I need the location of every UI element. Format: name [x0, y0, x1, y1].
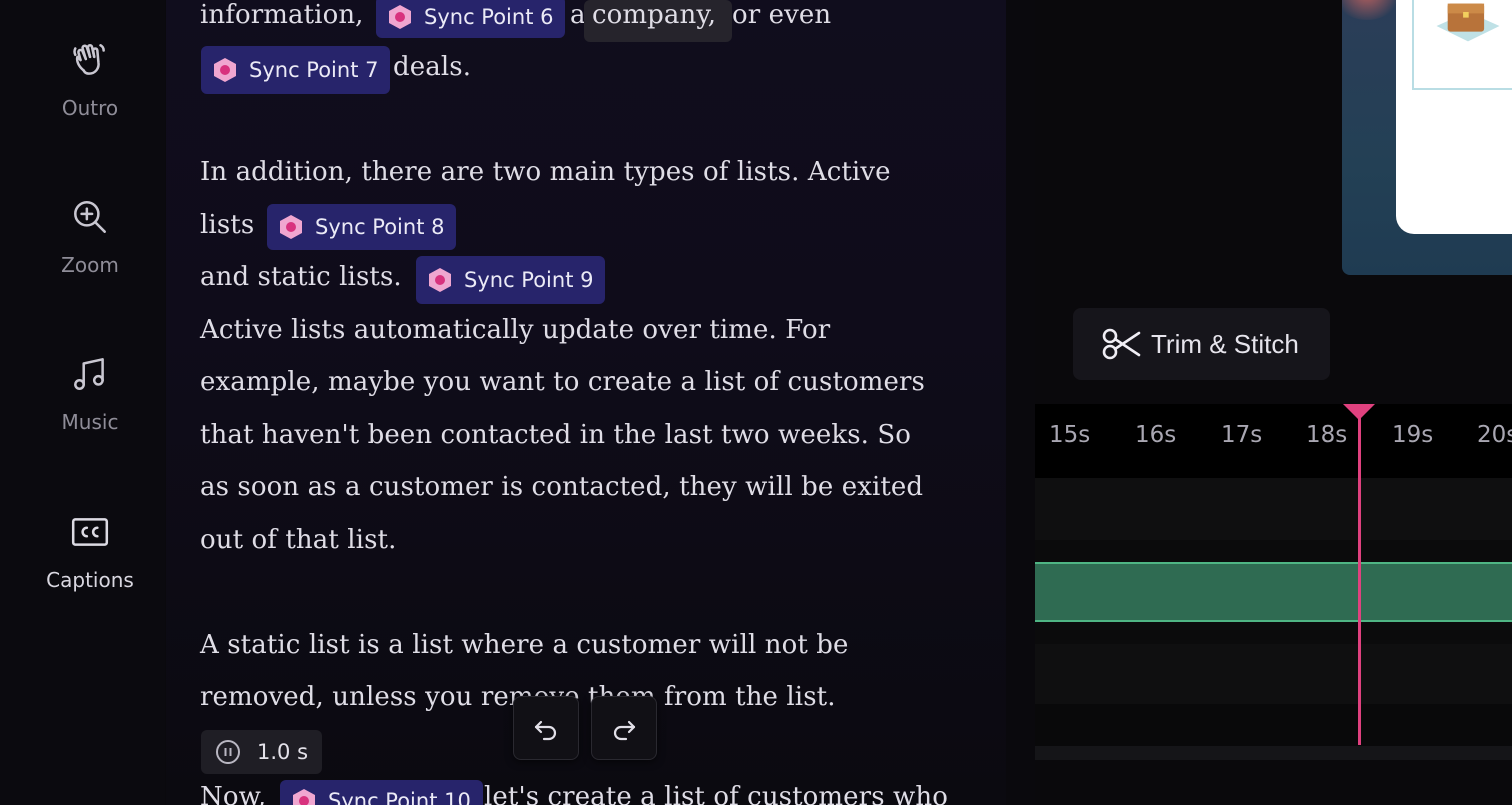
- zoom-in-icon: [68, 195, 112, 239]
- timeline-track[interactable]: [1035, 644, 1512, 704]
- timeline-scrollbar[interactable]: [1035, 746, 1512, 760]
- timeline-tick: 19s: [1392, 422, 1434, 448]
- sync-point-label: Sync Point 6: [424, 5, 554, 29]
- transcript-line[interactable]: that haven't been contacted in the last …: [200, 420, 911, 450]
- sync-point-icon: [214, 58, 236, 82]
- timeline-tick: 15s: [1049, 422, 1091, 448]
- transcript-line[interactable]: let's create a list of customers who: [484, 782, 948, 805]
- timeline-tick: 17s: [1221, 422, 1263, 448]
- sidebar-item-outro[interactable]: Outro: [0, 38, 180, 148]
- sync-point-label: Sync Point 8: [315, 215, 445, 239]
- preview-illustration-frame: [1412, 0, 1512, 90]
- transcript-word[interactable]: lists: [200, 210, 254, 240]
- pause-chip[interactable]: 1.0 s: [201, 730, 323, 774]
- sync-point-chip[interactable]: Sync Point 6: [376, 0, 566, 38]
- wave-hand-icon: [68, 38, 112, 82]
- transcript-word[interactable]: information,: [200, 0, 364, 30]
- sidebar-item-label: Zoom: [61, 253, 119, 277]
- sidebar-item-label: Captions: [46, 568, 134, 592]
- sync-point-icon: [389, 5, 411, 29]
- sync-point-icon: [280, 215, 302, 239]
- transcript-word[interactable]: Now,: [200, 782, 266, 805]
- timeline-ruler[interactable]: 15s 16s 17s 18s 19s 20s: [1035, 404, 1512, 478]
- transcript-panel: information, Sync Point 6 a company, or …: [166, 0, 1006, 805]
- sidebar-item-music[interactable]: Music: [0, 352, 180, 462]
- undo-button[interactable]: [513, 696, 579, 760]
- redo-icon: [613, 720, 636, 741]
- transcript-word[interactable]: deals.: [393, 52, 471, 82]
- playhead[interactable]: [1358, 414, 1361, 745]
- timeline-tick: 20s: [1477, 422, 1512, 448]
- transcript-line[interactable]: as soon as a customer is contacted, they…: [200, 472, 923, 502]
- transcript-word[interactable]: company,: [592, 0, 716, 30]
- timeline-track[interactable]: [1035, 704, 1512, 746]
- trim-and-stitch-button[interactable]: Trim & Stitch: [1073, 308, 1330, 380]
- undo-icon: [534, 720, 557, 741]
- sync-point-chip[interactable]: Sync Point 8: [267, 204, 457, 250]
- sync-point-label: Sync Point 10: [328, 789, 471, 805]
- timeline-tick: 18s: [1306, 422, 1348, 448]
- transcript-line[interactable]: example, maybe you want to create a list…: [200, 367, 925, 397]
- sidebar: Outro Zoom Music Captions: [0, 0, 165, 805]
- redo-button[interactable]: [591, 696, 657, 760]
- transcript-line[interactable]: Active lists automatically update over t…: [200, 315, 830, 345]
- preview-glow: [1342, 0, 1402, 20]
- briefcase-icon: [1436, 3, 1500, 42]
- sync-point-label: Sync Point 9: [464, 268, 594, 292]
- transcript-line[interactable]: In addition, there are two main types of…: [200, 157, 891, 187]
- sync-point-icon: [293, 789, 315, 805]
- transcript-line[interactable]: and static lists.: [200, 262, 402, 292]
- sidebar-item-label: Outro: [61, 96, 119, 120]
- sidebar-item-zoom[interactable]: Zoom: [0, 195, 180, 305]
- sync-point-chip[interactable]: Sync Point 7: [201, 46, 391, 94]
- video-preview[interactable]: [1342, 0, 1512, 275]
- scissors-icon: [1102, 328, 1141, 360]
- audio-clip[interactable]: [1035, 562, 1512, 622]
- playhead-handle[interactable]: [1343, 404, 1375, 420]
- closed-captions-icon: [68, 510, 112, 554]
- music-note-icon: [68, 352, 112, 396]
- trim-label: Trim & Stitch: [1151, 328, 1299, 359]
- timeline-tick: 16s: [1135, 422, 1177, 448]
- sync-point-chip[interactable]: Sync Point 9: [416, 256, 606, 304]
- sync-point-label: Sync Point 7: [249, 58, 379, 82]
- sync-point-chip[interactable]: Sync Point 10: [280, 780, 483, 805]
- timeline-track-gap: [1035, 622, 1512, 644]
- timeline-track-gap: [1035, 540, 1512, 562]
- pause-duration: 1.0 s: [257, 740, 309, 764]
- transcript-word[interactable]: or even: [732, 0, 831, 30]
- editor-pane: Trim & Stitch 15s 16s 17s 18s 19s 20s: [1035, 0, 1512, 805]
- transcript-line[interactable]: out of that list.: [200, 525, 396, 555]
- transcript-line[interactable]: A static list is a list where a customer…: [200, 630, 849, 660]
- timeline-track[interactable]: [1035, 478, 1512, 540]
- pause-icon: [216, 740, 240, 764]
- sync-point-icon: [429, 268, 451, 292]
- sidebar-item-label: Music: [61, 410, 119, 434]
- sidebar-item-captions[interactable]: Captions: [0, 510, 180, 620]
